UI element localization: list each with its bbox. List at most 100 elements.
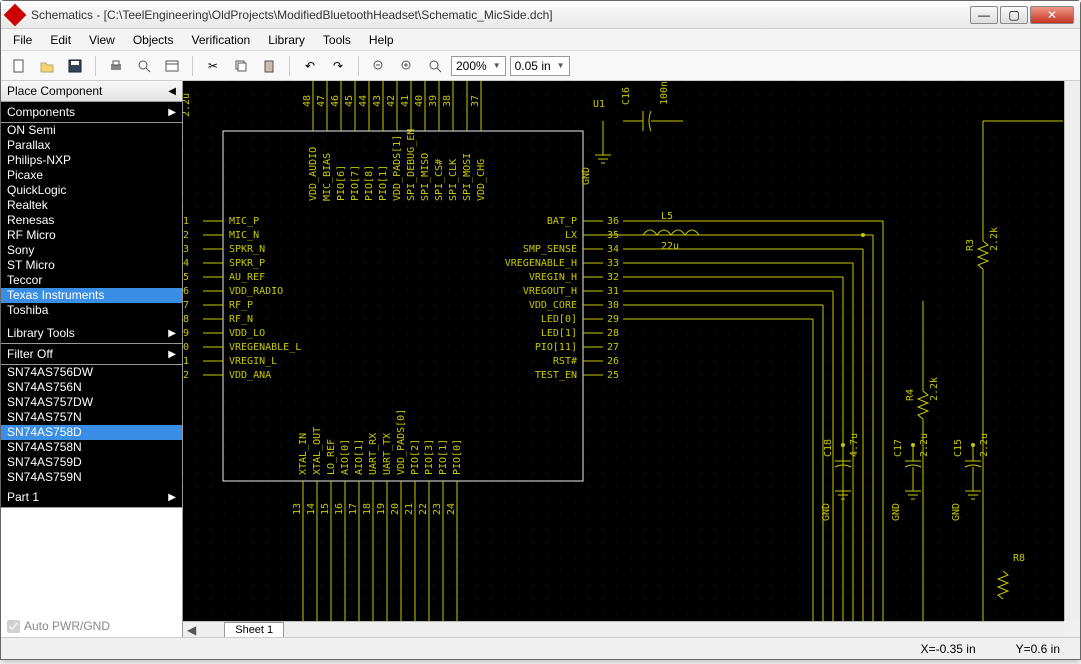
svg-text:24: 24 <box>446 503 457 515</box>
place-component-header[interactable]: Place Component◀ <box>1 81 182 102</box>
titleblock-button[interactable] <box>160 54 184 78</box>
copy-button[interactable] <box>229 54 253 78</box>
svg-text:25: 25 <box>607 370 619 381</box>
svg-text:32: 32 <box>607 272 619 283</box>
vertical-scrollbar[interactable] <box>1064 81 1080 621</box>
menu-file[interactable]: File <box>5 31 40 49</box>
svg-text:21: 21 <box>404 503 415 515</box>
grid-combo[interactable]: 0.05 in <box>510 56 570 76</box>
components-header[interactable]: Components▶ <box>1 102 182 123</box>
svg-text:29: 29 <box>607 314 619 325</box>
menu-objects[interactable]: Objects <box>125 31 182 49</box>
vendor-item[interactable]: Sony <box>1 243 182 258</box>
svg-text:SPI_MOSI: SPI_MOSI <box>462 153 473 201</box>
svg-text:AIO[0]: AIO[0] <box>340 439 351 475</box>
expand-right-icon: ▶ <box>168 107 176 118</box>
library-tools-header[interactable]: Library Tools▶ <box>1 323 182 344</box>
svg-text:LX: LX <box>565 230 577 241</box>
vendor-list[interactable]: ON SemiParallaxPhilips-NXPPicaxeQuickLog… <box>1 123 182 323</box>
part-item[interactable]: SN74AS757DW <box>1 395 182 410</box>
part-item[interactable]: SN74AS756DW <box>1 365 182 380</box>
vendor-item[interactable]: Philips-NXP <box>1 153 182 168</box>
part-item[interactable]: SN74AS759N <box>1 470 182 485</box>
svg-text:UART_RX: UART_RX <box>368 433 379 475</box>
svg-text:31: 31 <box>607 286 619 297</box>
svg-text:VDD_CHG: VDD_CHG <box>476 159 487 201</box>
svg-text:LO_REF: LO_REF <box>326 439 337 475</box>
vendor-item[interactable]: Renesas <box>1 213 182 228</box>
vendor-item[interactable]: RF Micro <box>1 228 182 243</box>
svg-text:VDD_PADS[1]: VDD_PADS[1] <box>392 135 403 201</box>
open-button[interactable] <box>35 54 59 78</box>
vendor-item[interactable]: ST Micro <box>1 258 182 273</box>
zoom-combo[interactable]: 200% <box>451 56 506 76</box>
vendor-item[interactable]: Toshiba <box>1 303 182 318</box>
part-item[interactable]: SN74AS759D <box>1 455 182 470</box>
svg-text:VDD_PADS[0]: VDD_PADS[0] <box>396 409 407 475</box>
filter-header[interactable]: Filter Off▶ <box>1 344 182 365</box>
svg-text:AU_REF: AU_REF <box>229 272 265 283</box>
minimize-button[interactable]: — <box>970 6 998 24</box>
svg-text:PIO[3]: PIO[3] <box>424 439 435 475</box>
menu-verification[interactable]: Verification <box>184 31 259 49</box>
new-button[interactable] <box>7 54 31 78</box>
save-button[interactable] <box>63 54 87 78</box>
vendor-item[interactable]: Texas Instruments <box>1 288 182 303</box>
paste-button[interactable] <box>257 54 281 78</box>
app-icon <box>4 3 27 26</box>
schematic-canvas[interactable]: U11MIC_P2MIC_N3SPKR_N4SPKR_P5AU_REF6VDD_… <box>183 81 1064 621</box>
svg-text:3: 3 <box>183 244 189 255</box>
svg-text:41: 41 <box>400 95 411 107</box>
main-window: Schematics - [C:\TeelEngineering\OldProj… <box>0 0 1081 660</box>
maximize-button[interactable]: ▢ <box>1000 6 1028 24</box>
svg-text:PIO[8]: PIO[8] <box>364 165 375 201</box>
svg-text:22: 22 <box>418 503 429 515</box>
svg-text:SPKR_N: SPKR_N <box>229 244 265 255</box>
svg-text:R8: R8 <box>1013 553 1025 564</box>
close-button[interactable]: ✕ <box>1030 6 1074 24</box>
vendor-item[interactable]: ON Semi <box>1 123 182 138</box>
part-item[interactable]: SN74AS757N <box>1 410 182 425</box>
undo-button[interactable]: ↶ <box>298 54 322 78</box>
vendor-item[interactable]: Picaxe <box>1 168 182 183</box>
zoomout-button[interactable] <box>367 54 391 78</box>
cut-button[interactable]: ✂ <box>201 54 225 78</box>
svg-text:37: 37 <box>470 95 481 107</box>
svg-text:VREGENABLE_L: VREGENABLE_L <box>229 342 301 353</box>
horizontal-scrollbar[interactable]: ◀ Sheet 1 <box>183 621 1064 637</box>
preview-button[interactable] <box>132 54 156 78</box>
svg-text:2.2k: 2.2k <box>929 377 940 401</box>
part-header[interactable]: Part 1▶ <box>1 487 182 508</box>
sheet-tab[interactable]: Sheet 1 <box>224 622 284 637</box>
svg-text:8: 8 <box>183 314 189 325</box>
vendor-item[interactable]: Teccor <box>1 273 182 288</box>
svg-text:46: 46 <box>330 95 341 107</box>
parts-list[interactable]: SN74AS756DWSN74AS756NSN74AS757DWSN74AS75… <box>1 365 182 487</box>
svg-text:26: 26 <box>607 356 619 367</box>
redo-button[interactable]: ↷ <box>326 54 350 78</box>
titlebar[interactable]: Schematics - [C:\TeelEngineering\OldProj… <box>1 1 1080 29</box>
menu-edit[interactable]: Edit <box>42 31 79 49</box>
zoomfit-button[interactable] <box>423 54 447 78</box>
menu-help[interactable]: Help <box>361 31 402 49</box>
zoomin-button[interactable] <box>395 54 419 78</box>
vendor-item[interactable]: QuickLogic <box>1 183 182 198</box>
menu-view[interactable]: View <box>81 31 123 49</box>
menu-tools[interactable]: Tools <box>315 31 359 49</box>
auto-pwr-checkbox[interactable]: Auto PWR/GND <box>1 615 182 637</box>
sidebar: Place Component◀ Components▶ ON SemiPara… <box>1 81 183 637</box>
part-item[interactable]: SN74AS758N <box>1 440 182 455</box>
vendor-item[interactable]: Parallax <box>1 138 182 153</box>
part-item[interactable]: SN74AS756N <box>1 380 182 395</box>
svg-text:4: 4 <box>183 258 189 269</box>
vendor-item[interactable]: Realtek <box>1 198 182 213</box>
svg-text:100n: 100n <box>659 81 670 105</box>
svg-text:GND: GND <box>891 503 902 521</box>
svg-text:VDD_LO: VDD_LO <box>229 328 265 339</box>
svg-text:2.2u: 2.2u <box>183 93 192 117</box>
print-button[interactable] <box>104 54 128 78</box>
menu-library[interactable]: Library <box>260 31 313 49</box>
svg-text:42: 42 <box>386 95 397 107</box>
part-item[interactable]: SN74AS758D <box>1 425 182 440</box>
svg-text:36: 36 <box>607 216 619 227</box>
